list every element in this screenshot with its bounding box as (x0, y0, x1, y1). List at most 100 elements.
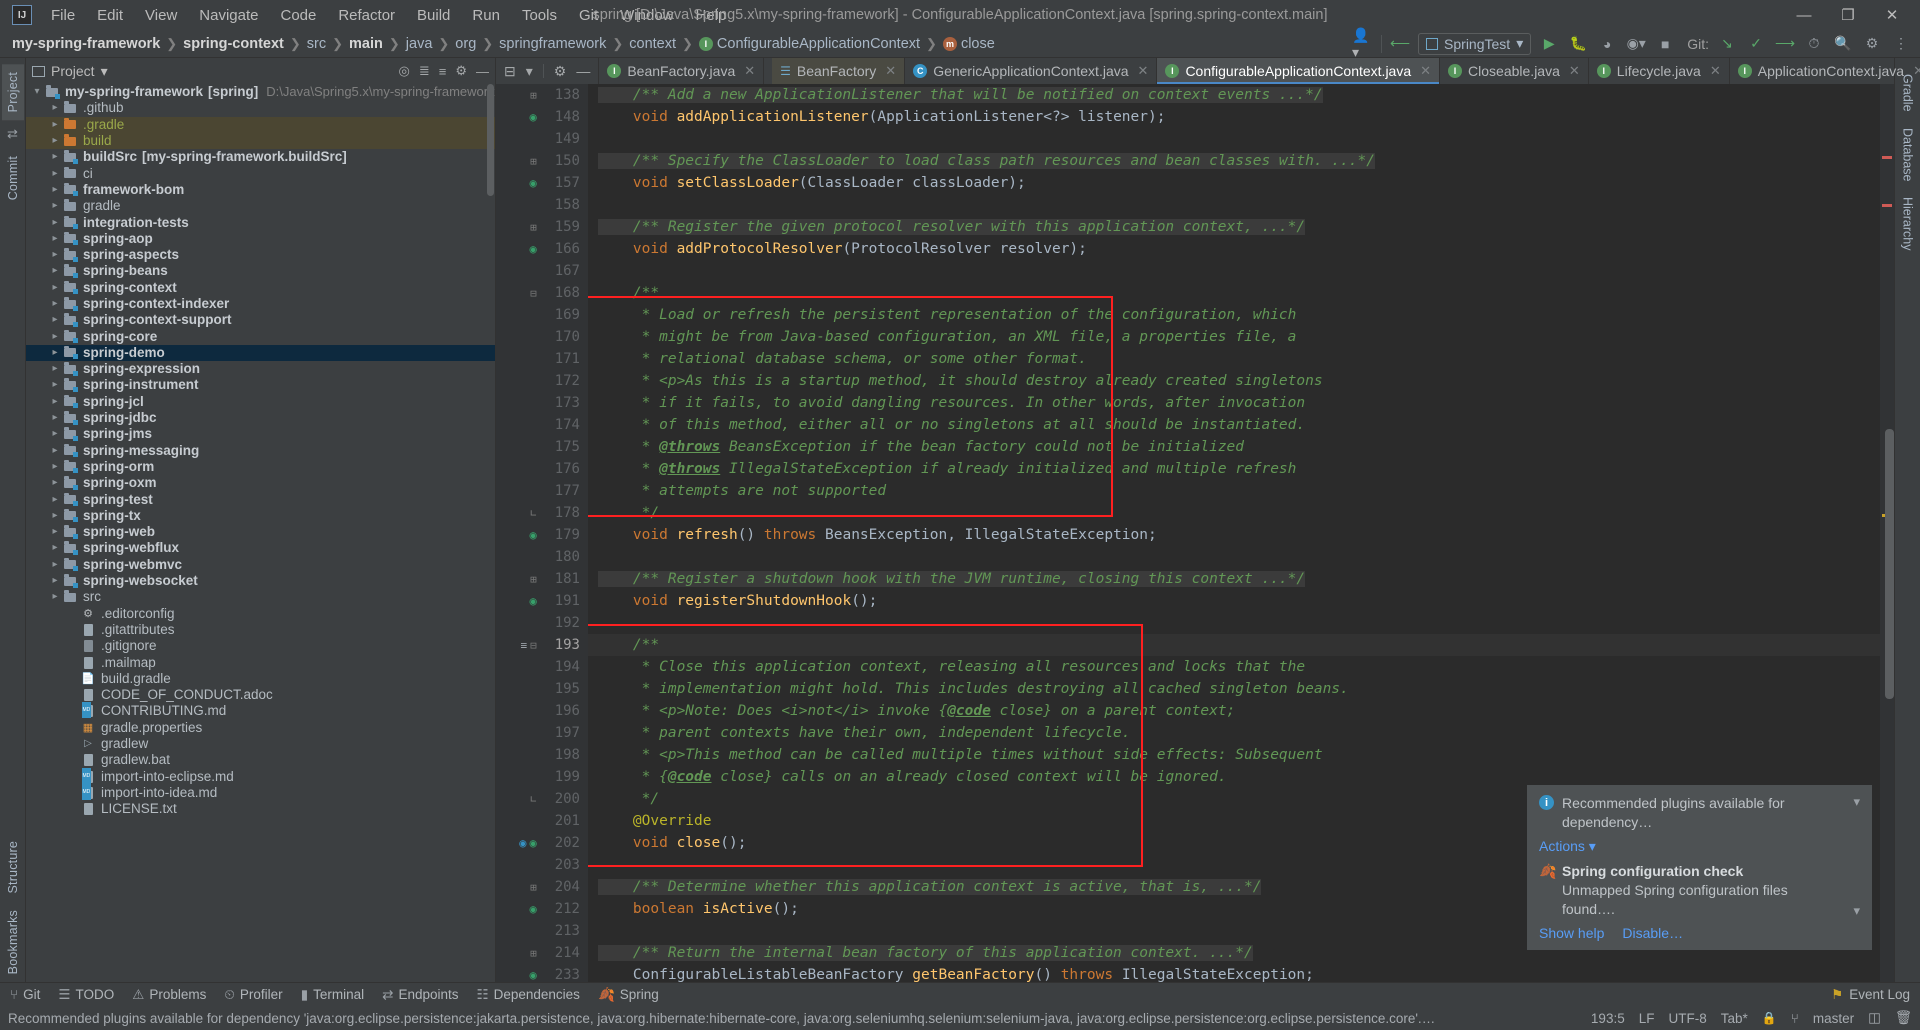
tree-item-my-spring-framework[interactable]: ▾ my-spring-framework [spring] D:\Java\Spri… (26, 84, 495, 100)
line-separator[interactable]: LF (1639, 1011, 1655, 1026)
chevron-right-icon[interactable]: ▸ (48, 361, 62, 377)
tree-item-ci[interactable]: ▸ ci (26, 165, 495, 181)
code-line-198[interactable]: * <p>This method can be called multiple … (588, 744, 1880, 766)
gutter-line-192[interactable]: 192 (496, 612, 588, 634)
history-icon[interactable]: ⏱ (1803, 33, 1825, 55)
chevron-right-icon[interactable]: ▸ (48, 296, 62, 312)
tree-item-spring-jms[interactable]: ▸ spring-jms (26, 426, 495, 442)
lock-icon[interactable]: 🔒 (1762, 1011, 1777, 1025)
code-line-168[interactable]: /** (588, 282, 1880, 304)
breadcrumb-my-spring-framework[interactable]: my-spring-framework (8, 34, 164, 54)
code-line-193[interactable]: /** (588, 634, 1880, 656)
memory-icon[interactable]: ◫ (1868, 1010, 1881, 1026)
hide-icon[interactable]: — (576, 63, 590, 79)
chevron-right-icon[interactable]: ▸ (48, 280, 62, 296)
code-line-179[interactable]: void refresh() throws BeansException, Il… (588, 524, 1880, 546)
tree-item-spring-context[interactable]: ▸ spring-context (26, 280, 495, 296)
tree-item--github[interactable]: ▸ .github (26, 100, 495, 116)
tree-item-spring-demo[interactable]: ▸ spring-demo (26, 344, 495, 362)
tree-item-gradle-properties[interactable]: ▦ gradle.properties (26, 720, 495, 736)
project-tree[interactable]: ▾ my-spring-framework [spring] D:\Java\Spri… (26, 84, 495, 982)
chevron-right-icon[interactable]: ▸ (48, 247, 62, 263)
tab-list-icon[interactable]: ▾ (526, 63, 533, 80)
breadcrumb-java[interactable]: java (402, 34, 437, 54)
gutter-line-203[interactable]: 203 (496, 854, 588, 876)
menu-run[interactable]: Run (461, 3, 511, 28)
user-icon[interactable]: 👤▾ (1352, 27, 1374, 60)
tree-item-framework-bom[interactable]: ▸ framework-bom (26, 182, 495, 198)
caret-position[interactable]: 193:5 (1591, 1011, 1625, 1026)
tree-item-spring-context-indexer[interactable]: ▸ spring-context-indexer (26, 296, 495, 312)
tool-window-git[interactable]: ⑂ Git (10, 987, 40, 1002)
tree-item-license-txt[interactable]: LICENSE.txt (26, 801, 495, 817)
chevron-right-icon[interactable]: ▸ (48, 133, 62, 149)
tree-item-import-into-eclipse-md[interactable]: import-into-eclipse.md (26, 767, 495, 784)
editor-tab-genericapplicationcontext-java[interactable]: C GenericApplicationContext.java ✕ (905, 58, 1158, 84)
updates-icon[interactable]: ⟵ (1389, 33, 1411, 55)
tree-item-spring-test[interactable]: ▸ spring-test (26, 491, 495, 507)
tree-item--editorconfig[interactable]: ⚙ .editorconfig (26, 606, 495, 622)
tool-window-terminal[interactable]: ▮ Terminal (301, 987, 364, 1003)
git-commit-icon[interactable]: ✓ (1745, 33, 1767, 55)
close-icon[interactable]: ✕ (1569, 63, 1580, 79)
stop-icon[interactable]: ■ (1654, 33, 1676, 55)
gutter-line-214[interactable]: ⊞ 214 (496, 942, 588, 964)
code-line-175[interactable]: * @throws BeansException if the bean fac… (588, 436, 1880, 458)
chevron-down-icon[interactable]: ▾ (1853, 903, 1860, 919)
tree-item-spring-context-support[interactable]: ▸ spring-context-support (26, 312, 495, 328)
project-panel-title-wrap[interactable]: Project ▾ (32, 63, 108, 80)
close-icon[interactable]: ✕ (885, 63, 896, 79)
tool-window-dependencies[interactable]: ☷ Dependencies (477, 987, 580, 1003)
tree-item--gitattributes[interactable]: .gitattributes (26, 622, 495, 638)
notification-recommended-plugins[interactable]: i Recommended plugins available for depe… (1527, 785, 1872, 864)
tree-item-spring-oxm[interactable]: ▸ spring-oxm (26, 475, 495, 491)
gutter-line-158[interactable]: 158 (496, 194, 588, 216)
collapse-all-icon[interactable]: ≡ (439, 64, 447, 79)
tree-item-spring-jcl[interactable]: ▸ spring-jcl (26, 394, 495, 410)
gutter-line-176[interactable]: 176 (496, 458, 588, 480)
chevron-right-icon[interactable]: ▸ (48, 215, 62, 231)
chevron-right-icon[interactable]: ▸ (48, 426, 62, 442)
chevron-right-icon[interactable]: ▸ (48, 475, 62, 491)
chevron-right-icon[interactable]: ▸ (48, 573, 62, 589)
breadcrumb-spring-context[interactable]: spring-context (179, 34, 288, 54)
tree-item-spring-messaging[interactable]: ▸ spring-messaging (26, 443, 495, 459)
chevron-right-icon[interactable]: ▸ (48, 100, 62, 116)
settings-icon[interactable]: ⚙ (554, 63, 567, 80)
tree-item-gradlew[interactable]: ▷ gradlew (26, 736, 495, 752)
chevron-right-icon[interactable]: ▸ (48, 149, 62, 165)
gutter-line-233[interactable]: ◉ 233 (496, 964, 588, 982)
commit-icon[interactable]: ⇄ (7, 126, 18, 142)
code-line-196[interactable]: * <p>Note: Does <i>not</i> invoke {@code… (588, 700, 1880, 722)
coverage-icon[interactable]: ◕ (1596, 33, 1618, 55)
gutter-line-197[interactable]: 197 (496, 722, 588, 744)
chevron-right-icon[interactable]: ▸ (48, 459, 62, 475)
code-line-176[interactable]: * @throws IllegalStateException if alrea… (588, 458, 1880, 480)
menu-edit[interactable]: Edit (86, 3, 134, 28)
code-line-197[interactable]: * parent contexts have their own, indepe… (588, 722, 1880, 744)
gutter-line-173[interactable]: 173 (496, 392, 588, 414)
tree-item-contributing-md[interactable]: CONTRIBUTING.md (26, 702, 495, 719)
close-icon[interactable]: ✕ (1420, 63, 1431, 79)
code-line-169[interactable]: * Load or refresh the persistent represe… (588, 304, 1880, 326)
breadcrumb-context[interactable]: context (625, 34, 680, 54)
breadcrumb-method[interactable]: m close (939, 34, 999, 54)
chevron-right-icon[interactable]: ▸ (48, 263, 62, 279)
gutter-line-201[interactable]: 201 (496, 810, 588, 832)
close-icon[interactable]: ✕ (1913, 63, 1920, 79)
gutter-line-181[interactable]: ⊞ 181 (496, 568, 588, 590)
code-line-181[interactable]: /** Register a shutdown hook with the JV… (588, 568, 1880, 590)
chevron-right-icon[interactable]: ▸ (48, 492, 62, 508)
locate-icon[interactable]: ◎ (399, 63, 410, 79)
editor-marker-bar[interactable] (1880, 84, 1894, 982)
show-help-link[interactable]: Show help (1539, 925, 1604, 941)
file-encoding[interactable]: UTF-8 (1668, 1011, 1706, 1026)
breadcrumb-src[interactable]: src (303, 34, 330, 54)
editor-tab-applicationcontext-java[interactable]: I ApplicationContext.java ✕ (1730, 58, 1920, 84)
sidebar-tab-commit[interactable]: Commit (2, 148, 24, 208)
breadcrumb-springframework[interactable]: springframework (495, 34, 610, 54)
hide-icon[interactable]: — (476, 64, 489, 79)
tree-item-import-into-idea-md[interactable]: import-into-idea.md (26, 783, 495, 801)
gear-icon[interactable]: ⚙ (455, 63, 467, 79)
editor-tab-configurableapplicationcontext-java[interactable]: I ConfigurableApplicationContext.java ✕ (1157, 58, 1441, 84)
